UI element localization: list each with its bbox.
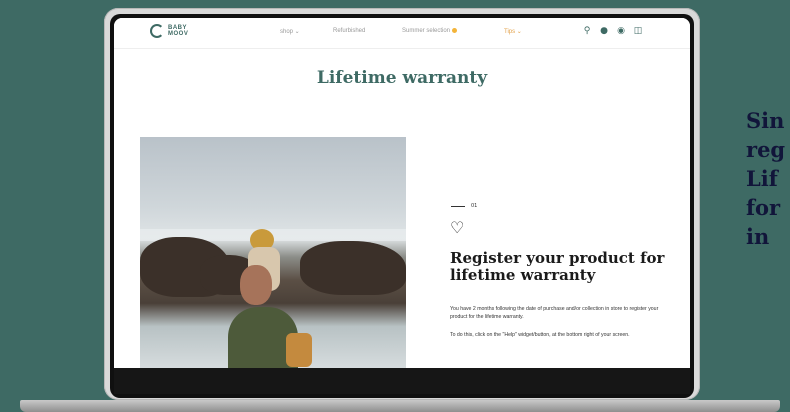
laptop-base xyxy=(20,400,780,412)
paragraph-registration: You have 2 months following the date of … xyxy=(450,306,659,320)
paragraph-help: To do this, click on the "Help" widget/b… xyxy=(450,332,630,338)
nav-shop[interactable]: shop ⌄ xyxy=(280,28,300,35)
man-figure-head xyxy=(240,265,272,305)
side-line: reg xyxy=(746,137,786,162)
nav-summer-selection[interactable]: Summer selection xyxy=(402,28,458,35)
nav-icons: ⚲ ● ◉ ◫ xyxy=(582,26,643,36)
side-line: in xyxy=(746,224,770,249)
cart-icon[interactable]: ◫ xyxy=(633,26,643,36)
page-title: Lifetime warranty xyxy=(316,68,488,88)
screen-bottom-bar xyxy=(114,368,690,394)
step-indicator: 01 xyxy=(451,203,477,209)
side-line: Lif xyxy=(746,166,778,191)
account-icon[interactable]: ● xyxy=(599,26,609,36)
sun-icon xyxy=(452,28,458,33)
step-number: 01 xyxy=(471,203,478,209)
rock xyxy=(300,241,406,295)
section-headline: Register your product for lifetime warra… xyxy=(450,249,665,284)
laptop-screen: BABY MOOV shop ⌄ Refurbished Summer sele… xyxy=(114,18,690,368)
backpack xyxy=(286,333,312,367)
side-line: Sin xyxy=(746,108,785,133)
hero-photo xyxy=(140,137,406,368)
step-line xyxy=(451,205,465,207)
side-promo-text: Sin reg Lif for in xyxy=(746,106,790,251)
logo-text: BABY MOOV xyxy=(168,25,189,37)
location-pin-icon[interactable]: ◉ xyxy=(616,26,626,36)
nav-refurbished[interactable]: Refurbished xyxy=(333,28,365,34)
heart-icon: ♡ xyxy=(450,218,465,237)
logo-mark-icon xyxy=(150,24,164,38)
search-icon[interactable]: ⚲ xyxy=(582,26,592,36)
site-navbar: BABY MOOV shop ⌄ Refurbished Summer sele… xyxy=(114,18,690,49)
site-logo[interactable]: BABY MOOV xyxy=(150,24,196,38)
side-line: for xyxy=(746,195,781,220)
nav-summer-label: Summer selection xyxy=(402,28,451,35)
nav-tips[interactable]: Tips ⌄ xyxy=(504,28,522,35)
